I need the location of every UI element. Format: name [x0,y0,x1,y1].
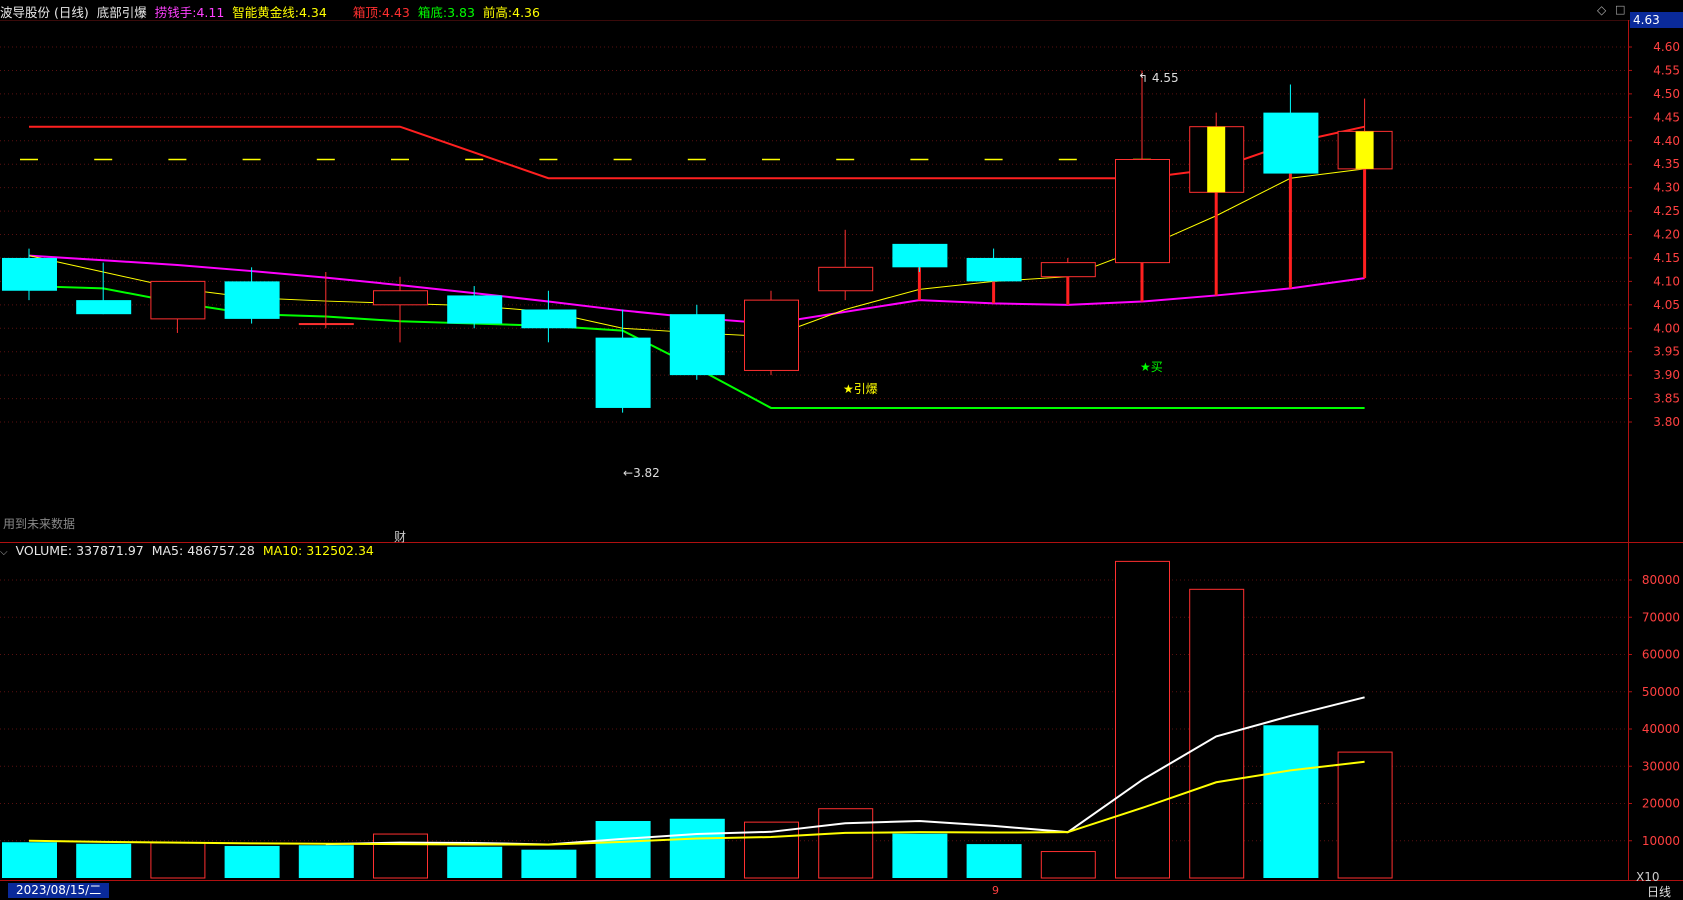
price-tick-label: 4.05 [1653,298,1680,312]
candle-body [1040,262,1096,278]
candle-body [298,323,354,326]
volume-bar [150,842,206,879]
buy-signal: ★买 [1140,360,1163,374]
prev-high-value: 4.36 [512,5,540,20]
price-tick-label: 4.45 [1653,110,1680,124]
current-price-tag: 4.63 [1630,12,1683,28]
candle-body [76,300,132,315]
bottom-label: 箱底: [417,5,448,20]
ma10-value: 312502.34 [306,543,374,558]
volume-value: 337871.97 [76,543,144,558]
footer-date[interactable]: 2023/08/15/二 [8,883,110,898]
volume-bar [595,821,651,878]
price-tick-label: 4.10 [1653,274,1680,288]
bottom-value: 3.83 [447,5,475,20]
volume-bar [373,833,428,879]
price-tick-label: 4.20 [1653,228,1680,242]
price-tick-label: 3.90 [1653,368,1680,382]
volume-bar [1040,851,1096,879]
candle-body [2,257,57,291]
price-tick-label: 4.25 [1653,204,1680,218]
price-tick-label: 4.35 [1653,157,1680,171]
volume-bar [224,845,280,878]
volume-bar [521,849,577,878]
ma5-value: 486757.28 [187,543,255,558]
price-tick-label: 4.15 [1653,251,1680,265]
volume-bar [1337,751,1393,879]
price-tick-label: 4.00 [1653,321,1680,335]
volume-bar [2,842,57,878]
price-tick-label: 4.40 [1653,134,1680,148]
indicator-name[interactable]: 底部引爆 [97,5,147,20]
volume-tick-label: 80000 [1642,573,1680,587]
top-value: 4.43 [382,5,410,20]
lao-label: 捞钱手: [154,5,197,20]
price-header: 波导股份 (日线) 底部引爆 捞钱手:4.11 智能黄金线:4.34 箱顶:4.… [0,2,544,20]
high-annotation-value: 4.55 [1151,71,1179,85]
volume-bar [966,844,1022,878]
candle-body [447,295,503,324]
volume-bar [669,818,725,878]
collapse-icon[interactable]: ⌵ [0,547,8,558]
candle-body [373,290,428,306]
price-tick-label: 3.80 [1653,415,1680,429]
volume-bar [298,845,354,878]
price-tick-label: 4.50 [1653,87,1680,101]
lao-value: 4.11 [196,5,225,20]
price-tick-label: 3.95 [1653,345,1680,359]
volume-label: VOLUME: [15,543,73,558]
low-annotation: ←3.82 [623,466,660,480]
footer-marker[interactable]: 9 [992,884,999,897]
signal-body-highlight [1355,131,1374,169]
candle-body [150,280,206,320]
volume-tick-label: 60000 [1642,648,1680,662]
ma10-label: MA10: [262,543,303,558]
volume-bar [447,846,503,878]
volume-tick-label: 30000 [1642,759,1680,773]
top-label: 箱顶: [352,5,383,20]
low-annotation-value: 3.82 [633,466,660,480]
candle-body [966,257,1022,282]
chart-canvas: 3.80 3.85 3.90 3.95 4.00 4.05 4.10 4.15 4.20 4.25… [0,20,1683,881]
volume-tick-label: 40000 [1642,722,1680,736]
prev-high-label: 前高: [482,5,513,20]
volume-bar [1189,588,1245,879]
volume-header: ⌵ VOLUME: 337871.97 MA5: 486757.28 MA10:… [0,543,378,561]
stock-title[interactable]: 波导股份 (日线) [0,5,89,20]
high-annotation: ↰ 4.55 [1138,71,1179,85]
price-tick-label: 4.60 [1653,40,1680,54]
candle-body [818,266,874,292]
period-label[interactable]: 日线 [1647,883,1671,900]
volume-unit: X10 [1636,870,1660,884]
price-tick-label: 3.85 [1653,392,1680,406]
signal-body-highlight [1207,126,1226,193]
candle-body [224,281,280,319]
volume-bar [76,843,132,878]
volume-tick-label: 70000 [1642,610,1680,624]
volume-bar [892,833,948,878]
volume-tick-label: 50000 [1642,685,1680,699]
volume-bar [818,808,874,879]
volume-bar [1115,560,1170,879]
candle-body [1263,112,1319,174]
diamond-icon[interactable]: ◇ [1597,3,1606,17]
volume-tick-label: 20000 [1642,797,1680,811]
gold-label: 智能黄金线: [232,5,299,20]
candle-body [744,299,799,371]
candle-body [1115,159,1170,264]
price-tick-label: 4.30 [1653,181,1680,195]
volume-bar [1263,725,1319,878]
candle-body [669,314,725,376]
price-tick-label: 4.55 [1653,63,1680,77]
finance-marker[interactable]: 财 [394,528,406,545]
yinbao-signal: ★引爆 [843,382,878,396]
candle-body [595,337,651,408]
volume-tick-label: 10000 [1642,834,1680,848]
candle-body [521,309,577,329]
gold-value: 4.34 [298,5,327,20]
future-data-note: 用到未来数据 [3,517,76,531]
ma5-label: MA5: [151,543,184,558]
maximize-icon[interactable]: □ [1615,3,1625,16]
candle-body [892,243,948,268]
